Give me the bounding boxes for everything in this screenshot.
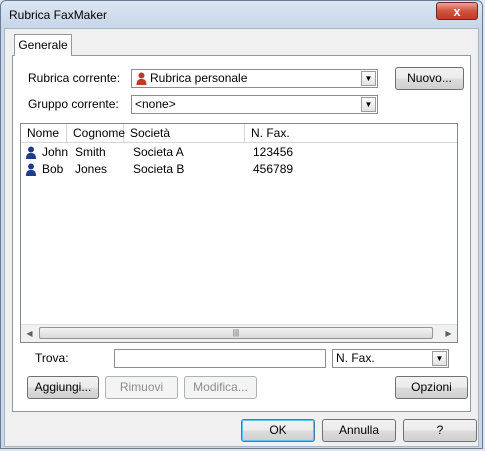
- opzioni-button[interactable]: Opzioni: [395, 376, 468, 399]
- dialog-client-area: Generale Rubrica corrente: Rubrica perso…: [4, 28, 479, 447]
- annulla-button[interactable]: Annulla: [322, 419, 396, 442]
- cell-fax: 456789: [253, 162, 294, 176]
- trova-field-value: N. Fax.: [336, 351, 375, 365]
- list-item[interactable]: Bob Jones Societa B 456789: [21, 161, 457, 178]
- scrollbar-thumb[interactable]: |||: [39, 327, 433, 339]
- modifica-button[interactable]: Modifica...: [184, 376, 257, 399]
- gruppo-value: <none>: [135, 97, 176, 111]
- person-icon: [26, 163, 36, 176]
- cell-cognome: Jones: [75, 162, 108, 176]
- column-header-societa[interactable]: Società: [124, 124, 245, 142]
- cell-nome: John: [42, 145, 69, 159]
- close-button[interactable]: x: [436, 2, 478, 20]
- trova-input[interactable]: [114, 349, 326, 368]
- column-header-cognome[interactable]: Cognome: [67, 124, 125, 142]
- tab-generale[interactable]: Generale: [14, 34, 72, 56]
- chevron-down-icon[interactable]: ▼: [432, 351, 447, 366]
- window-title: Rubrica FaxMaker: [9, 8, 108, 22]
- trova-field-dropdown[interactable]: N. Fax. ▼: [332, 349, 449, 368]
- list-item[interactable]: John Smith Societa A 123456: [21, 144, 457, 161]
- cell-societa: Societa A: [133, 145, 184, 159]
- rimuovi-button[interactable]: Rimuovi: [105, 376, 178, 399]
- list-header: Nome Cognome Società N. Fax.: [21, 124, 457, 143]
- chevron-down-icon[interactable]: ▼: [361, 97, 376, 112]
- trova-label: Trova:: [35, 351, 69, 365]
- gruppo-dropdown[interactable]: <none> ▼: [131, 95, 378, 114]
- rubrica-dropdown[interactable]: Rubrica personale ▼: [131, 69, 378, 88]
- rubrica-label: Rubrica corrente:: [28, 71, 121, 85]
- chevron-down-icon[interactable]: ▼: [361, 71, 376, 86]
- cell-nome: Bob: [42, 162, 64, 176]
- person-icon: [136, 72, 147, 85]
- cell-societa: Societa B: [133, 162, 185, 176]
- title-bar[interactable]: Rubrica FaxMaker x: [1, 1, 484, 28]
- column-header-nome[interactable]: Nome: [21, 124, 67, 142]
- nuovo-button[interactable]: Nuovo...: [395, 67, 464, 90]
- tab-panel-generale: Rubrica corrente: Rubrica personale ▼ Nu…: [12, 55, 471, 412]
- dialog-window: Rubrica FaxMaker x Generale Rubrica corr…: [0, 0, 483, 449]
- ok-button[interactable]: OK: [241, 419, 315, 442]
- horizontal-scrollbar[interactable]: ◀ ||| ▶: [21, 324, 457, 342]
- person-icon: [26, 146, 36, 159]
- help-button[interactable]: ?: [403, 419, 477, 442]
- aggiungi-button[interactable]: Aggiungi...: [27, 376, 99, 399]
- column-header-fax[interactable]: N. Fax.: [245, 124, 457, 142]
- cell-fax: 123456: [253, 145, 294, 159]
- contacts-list[interactable]: Nome Cognome Società N. Fax. John Smith …: [20, 123, 458, 343]
- scroll-left-icon[interactable]: ◀: [21, 325, 38, 342]
- gruppo-label: Gruppo corrente:: [28, 97, 119, 111]
- scroll-right-icon[interactable]: ▶: [440, 325, 457, 342]
- cell-cognome: Smith: [75, 145, 106, 159]
- rubrica-value: Rubrica personale: [150, 71, 248, 85]
